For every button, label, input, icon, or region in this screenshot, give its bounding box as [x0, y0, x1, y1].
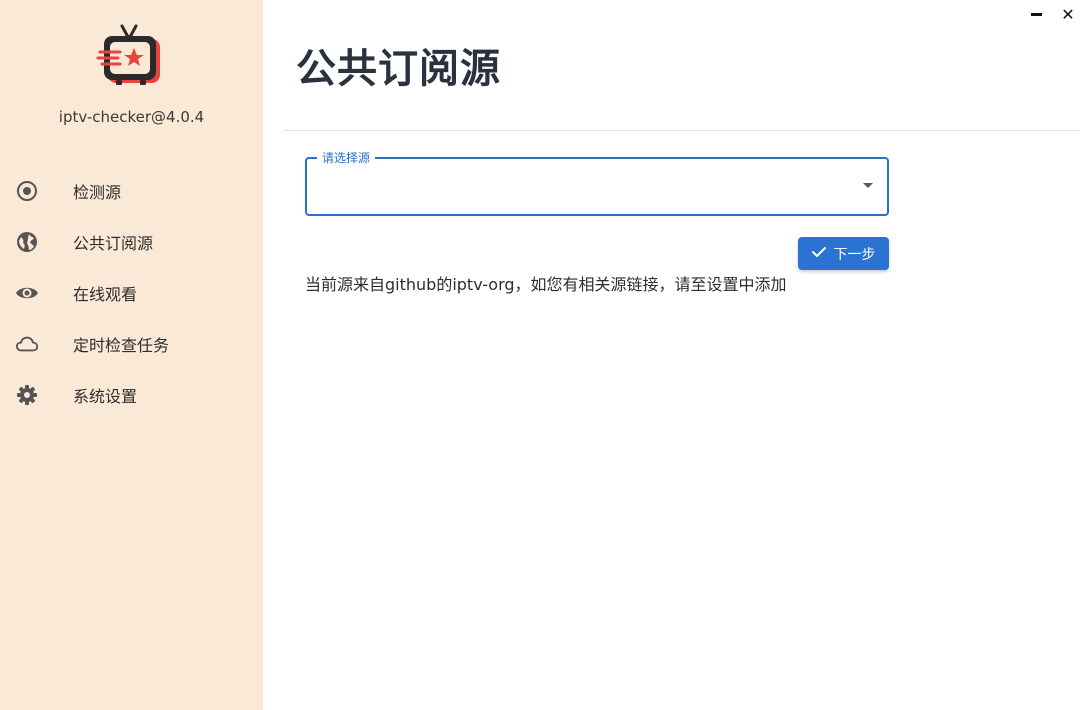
- sidebar-item-label: 检测源: [73, 182, 122, 202]
- page-title: 公共订阅源: [296, 46, 501, 92]
- eye-icon: [15, 281, 39, 305]
- next-step-button[interactable]: 下一步: [798, 237, 889, 270]
- source-hint-text: 当前源来自github的iptv-org，如您有相关源链接，请至设置中添加: [305, 275, 787, 294]
- app-version-label: iptv-checker@4.0.4: [58, 108, 205, 126]
- next-step-label: 下一步: [833, 246, 876, 263]
- minimize-icon: [1030, 12, 1042, 16]
- gear-icon: [15, 383, 39, 407]
- radio-button-icon: [15, 179, 39, 203]
- close-icon: ✕: [1061, 4, 1075, 24]
- source-select-label: 请选择源: [317, 150, 376, 166]
- header-divider: [284, 130, 1080, 131]
- chevron-down-icon: [863, 183, 873, 188]
- sidebar-item-settings[interactable]: 系统设置: [0, 369, 263, 420]
- sidebar-item-label: 定时检查任务: [73, 335, 170, 355]
- app-window: iptv-checker@4.0.4 检测源 公共订阅源 在线观看 定时检查任务…: [0, 0, 1080, 710]
- sidebar-item-watch-online[interactable]: 在线观看: [0, 267, 263, 318]
- close-button[interactable]: ✕: [1057, 3, 1079, 25]
- source-select[interactable]: 请选择源: [305, 150, 889, 216]
- check-icon: [811, 246, 826, 262]
- sidebar-item-label: 在线观看: [73, 284, 138, 304]
- sidebar-item-scheduled-tasks[interactable]: 定时检查任务: [0, 318, 263, 369]
- sidebar-nav: 检测源 公共订阅源 在线观看 定时检查任务 系统设置: [0, 165, 263, 420]
- cloud-icon: [15, 332, 39, 356]
- sidebar-item-public-sources[interactable]: 公共订阅源: [0, 216, 263, 267]
- sidebar-item-check-source[interactable]: 检测源: [0, 165, 263, 216]
- minimize-button[interactable]: [1025, 3, 1047, 25]
- sidebar-item-label: 系统设置: [73, 386, 138, 406]
- tv-logo-icon: [96, 22, 164, 90]
- sidebar-item-label: 公共订阅源: [73, 233, 154, 253]
- globe-icon: [15, 230, 39, 254]
- sidebar: iptv-checker@4.0.4 检测源 公共订阅源 在线观看 定时检查任务…: [0, 0, 263, 710]
